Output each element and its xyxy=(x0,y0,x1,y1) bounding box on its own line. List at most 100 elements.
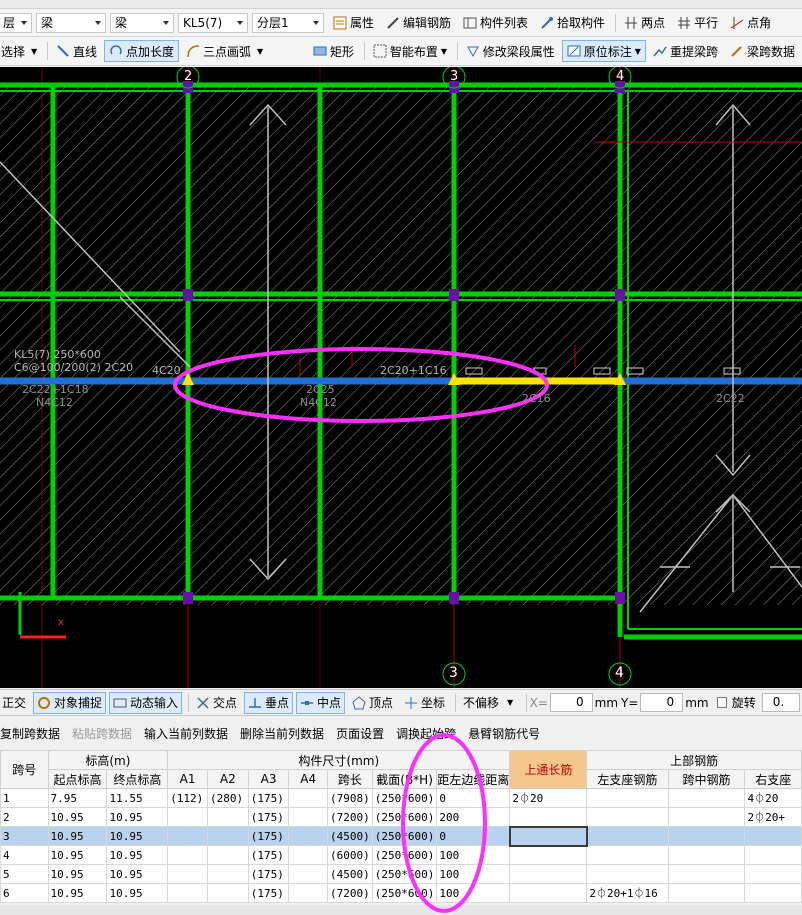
smart-layout-button[interactable]: 智能布置 ▼ xyxy=(368,40,452,62)
table-cell-dist[interactable]: 100 xyxy=(436,883,511,903)
table-cell-no[interactable]: 1 xyxy=(0,788,49,808)
table-cell-end[interactable]: 10.95 xyxy=(106,864,169,884)
table-cell-left[interactable] xyxy=(586,788,669,808)
cad-drawing[interactable]: x xyxy=(0,67,802,688)
table-cell-a2[interactable]: (280) xyxy=(207,788,249,808)
three-point-arc-button[interactable]: 三点画弧 ▼ xyxy=(181,40,268,62)
two-points-button[interactable]: 两点 xyxy=(619,12,670,34)
table-cell-left[interactable]: 2⏀20+1⏀16 xyxy=(586,883,669,903)
table-row[interactable]: 2 10.95 10.95 (175) (7200) (250*600) 200 2⏀20+ xyxy=(0,807,802,827)
table-cell-start[interactable]: 10.95 xyxy=(47,807,108,827)
edit-rebar-button[interactable]: 编辑钢筋 xyxy=(381,12,456,34)
cantilever-rebar-button[interactable]: 悬臂钢筋代号 xyxy=(468,725,540,742)
table-cell-a4[interactable] xyxy=(288,826,329,846)
rectangle-button[interactable]: 矩形 xyxy=(308,40,359,62)
rotate-input[interactable]: 0. xyxy=(761,693,800,712)
table-row[interactable]: 5 10.95 10.95 (175) (4500) (250*600) 100 xyxy=(0,864,802,884)
table-cell-len[interactable]: (7200) xyxy=(327,807,373,827)
table-cell-a1[interactable] xyxy=(167,883,208,903)
table-cell-a1[interactable] xyxy=(167,845,208,865)
table-cell-dist[interactable]: 0 xyxy=(436,788,511,808)
table-cell-a3[interactable]: (175) xyxy=(247,864,290,884)
table-cell-no[interactable]: 3 xyxy=(0,826,49,846)
horizontal-scrollbar[interactable] xyxy=(0,905,802,915)
table-cell-sec[interactable]: (250*600) xyxy=(371,864,438,884)
table-cell-no[interactable]: 6 xyxy=(0,883,49,903)
table-cell-start[interactable]: 10.95 xyxy=(47,883,108,903)
table-cell-end[interactable]: 10.95 xyxy=(106,883,169,903)
input-column-button[interactable]: 输入当前列数据 xyxy=(144,725,228,742)
table-cell-right[interactable] xyxy=(744,883,802,903)
table-cell-mid[interactable] xyxy=(667,788,746,808)
type-select[interactable]: 梁 xyxy=(110,12,174,33)
rotate-checkbox[interactable] xyxy=(716,697,727,708)
table-cell-a3[interactable]: (175) xyxy=(247,883,290,903)
table-cell-dist[interactable]: 0 xyxy=(436,826,511,846)
table-cell-no[interactable]: 4 xyxy=(0,845,49,865)
table-cell-top[interactable] xyxy=(509,883,588,903)
table-cell-len[interactable]: (6000) xyxy=(327,845,373,865)
table-cell-no[interactable]: 5 xyxy=(0,864,49,884)
table-cell-end[interactable]: 11.55 xyxy=(106,788,169,808)
table-cell-top[interactable] xyxy=(509,864,588,884)
table-cell-start[interactable]: 10.95 xyxy=(47,864,108,884)
table-row[interactable]: 4 10.95 10.95 (175) (6000) (250*600) 100 xyxy=(0,845,802,865)
delete-column-button[interactable]: 删除当前列数据 xyxy=(240,725,324,742)
table-cell-a2[interactable] xyxy=(207,826,249,846)
object-snap-toggle[interactable]: 对象捕捉 xyxy=(33,691,107,714)
in-place-annotation-button[interactable]: 原位标注 ▼ xyxy=(561,40,646,62)
table-cell-right[interactable] xyxy=(744,864,802,884)
table-cell-a4[interactable] xyxy=(288,864,329,884)
midpoint-snap[interactable]: 中点 xyxy=(295,691,345,714)
table-cell-top[interactable] xyxy=(509,845,588,865)
properties-button[interactable]: 属性 xyxy=(328,12,379,34)
y-input[interactable]: 0 xyxy=(640,693,684,712)
table-cell-a1[interactable] xyxy=(167,807,208,827)
offset-select[interactable]: 不偏移 ▼ xyxy=(459,692,520,714)
table-cell-mid[interactable] xyxy=(667,807,746,827)
table-cell-a1[interactable] xyxy=(167,864,208,884)
table-cell-left[interactable] xyxy=(586,864,669,884)
table-cell-left[interactable] xyxy=(586,826,669,846)
table-row[interactable]: 3 10.95 10.95 (175) (4500) (250*600) 0 xyxy=(0,825,802,847)
copy-span-button[interactable]: 复制跨数据 xyxy=(0,725,60,742)
table-cell-a2[interactable] xyxy=(207,864,249,884)
orthogonal-toggle[interactable]: 正交 xyxy=(0,692,30,714)
table-cell-right[interactable]: 4⏀20 xyxy=(744,788,802,808)
line-button[interactable]: 直线 xyxy=(51,40,102,62)
table-cell-mid[interactable] xyxy=(667,845,746,865)
table-cell-mid[interactable] xyxy=(667,826,746,846)
table-cell-right[interactable] xyxy=(744,826,802,846)
pick-component-button[interactable]: 拾取构件 xyxy=(535,12,610,34)
table-cell-len[interactable]: (7200) xyxy=(327,883,373,903)
table-cell-a2[interactable] xyxy=(207,807,249,827)
table-cell-start[interactable]: 7.95 xyxy=(47,788,108,808)
table-cell-top[interactable] xyxy=(508,825,588,847)
swap-start-span-button[interactable]: 调换起始跨 xyxy=(396,725,456,742)
paste-span-button[interactable]: 粘贴跨数据 xyxy=(72,725,132,742)
table-cell-sec[interactable]: (250*600) xyxy=(371,788,438,808)
table-cell-a4[interactable] xyxy=(288,883,329,903)
table-cell-end[interactable]: 10.95 xyxy=(106,845,169,865)
select-button[interactable]: 选择 ▼ xyxy=(0,40,42,62)
table-cell-left[interactable] xyxy=(586,807,669,827)
table-cell-top[interactable] xyxy=(509,807,588,827)
table-cell-a2[interactable] xyxy=(207,883,249,903)
top-through-rebar-header[interactable]: 上通长筋 xyxy=(509,750,588,789)
table-cell-a1[interactable]: (112) xyxy=(167,788,208,808)
floor-select[interactable]: 层 xyxy=(0,12,32,33)
point-length-button[interactable]: 点加长度 xyxy=(103,40,179,62)
table-cell-dist[interactable]: 200 xyxy=(436,807,511,827)
category-select[interactable]: 梁 xyxy=(36,12,106,33)
modify-segment-button[interactable]: 修改梁段属性 xyxy=(461,40,560,62)
table-cell-a4[interactable] xyxy=(288,807,329,827)
table-cell-dist[interactable]: 100 xyxy=(436,845,511,865)
table-cell-left[interactable] xyxy=(586,845,669,865)
table-cell-no[interactable]: 2 xyxy=(0,807,49,827)
table-cell-a3[interactable]: (175) xyxy=(247,845,290,865)
component-select[interactable]: KL5(7) xyxy=(178,12,248,33)
table-cell-sec[interactable]: (250*600) xyxy=(371,807,438,827)
table-cell-start[interactable]: 10.95 xyxy=(47,845,108,865)
coordinate-snap[interactable]: 坐标 xyxy=(400,692,449,714)
drawing-canvas[interactable]: x 2 3 4 3 4 KL5(7) 250*600 C6@100/200(2)… xyxy=(0,67,802,688)
